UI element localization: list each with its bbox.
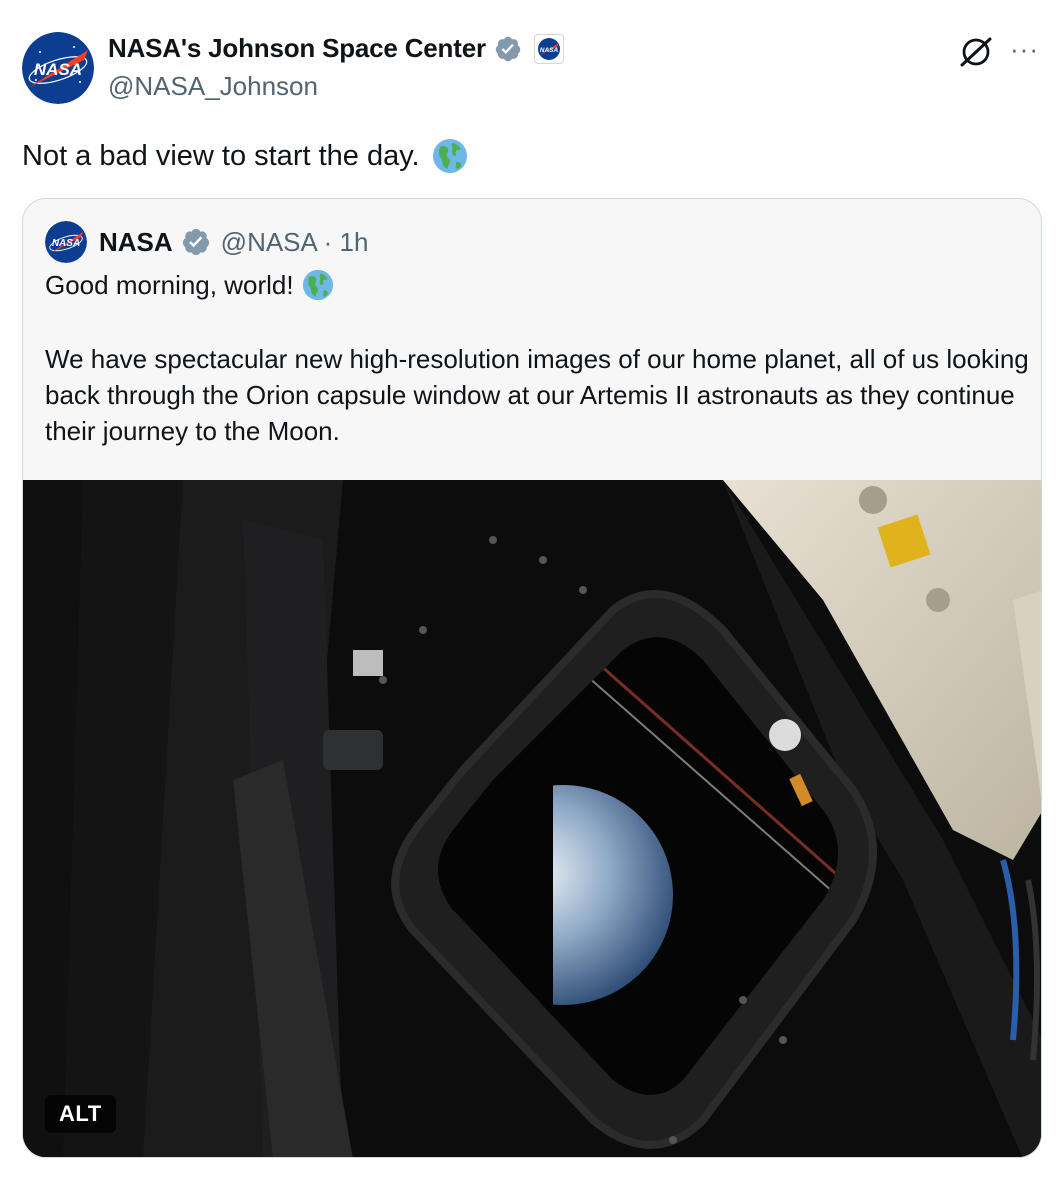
quoted-avatar[interactable]: NASA — [45, 221, 87, 263]
post-text: Not a bad view to start the day. — [22, 139, 420, 172]
verified-badge-icon[interactable] — [181, 227, 211, 257]
quoted-greeting: Good morning, world! — [45, 269, 294, 300]
author-handle[interactable]: @NASA_Johnson — [108, 71, 318, 102]
nasa-affiliation-icon[interactable]: NASA — [533, 33, 564, 64]
post-text-row: Not a bad view to start the day. — [22, 138, 468, 174]
more-options-icon[interactable]: ··· — [1010, 36, 1039, 62]
grok-icon[interactable] — [958, 34, 994, 70]
author-avatar-text: NASA — [34, 60, 82, 79]
verified-badge-icon[interactable] — [494, 35, 522, 63]
quoted-display-name[interactable]: NASA — [99, 227, 173, 258]
author-display-name[interactable]: NASA's Johnson Space Center — [108, 33, 486, 64]
quoted-greeting-row: Good morning, world! — [45, 269, 334, 301]
post[interactable]: NASA NASA's Johnson Space Center NASA @N… — [0, 0, 1060, 1180]
quoted-header: NASA NASA @NASA · 1h — [45, 221, 368, 263]
quoted-media-image[interactable]: ALT — [23, 480, 1041, 1157]
quoted-avatar-text: NASA — [52, 238, 80, 249]
alt-text-button[interactable]: ALT — [45, 1095, 116, 1133]
globe-americas-icon — [432, 138, 468, 174]
quoted-post-card[interactable]: NASA NASA @NASA · 1h Good morning, world… — [22, 198, 1042, 1158]
author-name-row: NASA's Johnson Space Center NASA — [108, 33, 564, 64]
quoted-body-text: We have spectacular new high-resolution … — [45, 344, 1029, 446]
quoted-handle-time[interactable]: @NASA · 1h — [221, 227, 369, 258]
globe-americas-icon — [302, 269, 334, 301]
author-avatar[interactable]: NASA — [22, 32, 94, 104]
svg-text:NASA: NASA — [540, 47, 559, 54]
